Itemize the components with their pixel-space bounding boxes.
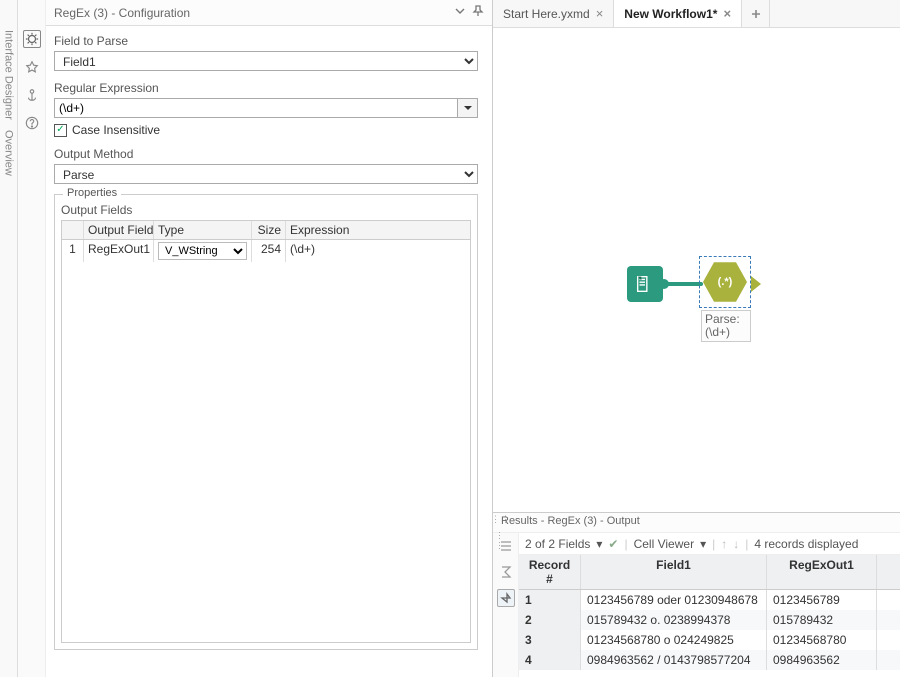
workflow-tabs: Start Here.yxmd × New Workflow1* × bbox=[493, 0, 900, 28]
regex-tool-text: (.*) bbox=[718, 276, 733, 288]
tab-new-workflow[interactable]: New Workflow1* × bbox=[614, 0, 742, 27]
grid-header-size[interactable]: Size bbox=[252, 221, 286, 239]
text-input-tool[interactable] bbox=[627, 266, 663, 302]
sigma-icon[interactable] bbox=[497, 563, 515, 581]
config-title: RegEx (3) - Configuration bbox=[54, 6, 454, 20]
pin-icon[interactable] bbox=[472, 5, 484, 20]
workflow-canvas[interactable]: (.*) Parse: (\d+) bbox=[493, 28, 900, 512]
grid-header-index[interactable] bbox=[62, 221, 84, 239]
regex-tool-selected[interactable]: (.*) bbox=[699, 256, 751, 308]
nav-icon[interactable] bbox=[23, 58, 41, 76]
results-row[interactable]: 10123456789 oder 012309486780123456789 bbox=[519, 590, 900, 610]
dropdown-icon[interactable]: ▾ bbox=[596, 537, 602, 551]
cell-record: 1 bbox=[519, 590, 581, 610]
tab-label: New Workflow1* bbox=[624, 7, 717, 21]
properties-legend: Properties bbox=[63, 187, 121, 199]
sidebar-tab-overview[interactable]: Overview bbox=[3, 130, 15, 176]
results-row[interactable]: 2015789432 o. 0238994378015789432 bbox=[519, 610, 900, 630]
col-record[interactable]: Record # bbox=[519, 555, 581, 589]
output-method-select[interactable]: Parse bbox=[54, 164, 478, 184]
results-row[interactable]: 40984963562 / 01437985772040984963562 bbox=[519, 650, 900, 670]
help-icon[interactable] bbox=[23, 114, 41, 132]
output-fields-grid: Output Field Type Size Expression 1 RegE… bbox=[61, 220, 471, 643]
output-anchor[interactable] bbox=[751, 276, 761, 292]
results-panel: ⋮⋮ Results - RegEx (3) - Output ⋯⋯ 2 of … bbox=[493, 512, 900, 677]
collapse-icon[interactable] bbox=[454, 5, 466, 20]
regex-tool[interactable]: (.*) bbox=[703, 260, 747, 304]
output-method-label: Output Method bbox=[54, 147, 478, 161]
cell-regexout1: 01234568780 bbox=[767, 630, 877, 650]
close-icon[interactable]: × bbox=[723, 7, 731, 20]
cell-field1: 0984963562 / 0143798577204 bbox=[581, 650, 767, 670]
row-type-select[interactable]: V_WString bbox=[158, 242, 247, 260]
results-row[interactable]: 301234568780 o 02424982501234568780 bbox=[519, 630, 900, 650]
row-index: 1 bbox=[62, 240, 84, 262]
drag-handle-icon[interactable]: ⋮⋮ bbox=[491, 515, 511, 524]
sidebar-tab-interface-designer[interactable]: Interface Designer bbox=[3, 30, 15, 120]
data-icon[interactable] bbox=[497, 589, 515, 607]
tab-start-here[interactable]: Start Here.yxmd × bbox=[493, 0, 614, 27]
arrow-up-icon[interactable]: ↑ bbox=[721, 537, 727, 551]
cell-record: 3 bbox=[519, 630, 581, 650]
add-tab-button[interactable] bbox=[742, 0, 770, 27]
grid-header-output-field[interactable]: Output Field bbox=[84, 221, 154, 239]
configuration-panel: RegEx (3) - Configuration Field to Parse… bbox=[18, 0, 493, 677]
left-sidebar: Interface Designer Overview bbox=[0, 0, 18, 677]
row-expression[interactable]: (\d+) bbox=[286, 240, 470, 262]
grid-header-type[interactable]: Type bbox=[154, 221, 252, 239]
case-insensitive-checkbox[interactable]: ✓ bbox=[54, 124, 67, 137]
results-toolbar: 2 of 2 Fields ▾ ✔ | Cell Viewer ▾ | ↑ ↓ … bbox=[519, 533, 900, 555]
cell-record: 2 bbox=[519, 610, 581, 630]
results-title: Results - RegEx (3) - Output bbox=[493, 513, 900, 533]
results-grid: Record # Field1 RegExOut1 10123456789 od… bbox=[519, 555, 900, 677]
col-regexout1[interactable]: RegExOut1 bbox=[767, 555, 877, 589]
cell-field1: 01234568780 o 024249825 bbox=[581, 630, 767, 650]
field-to-parse-select[interactable]: Field1 bbox=[54, 51, 478, 71]
row-type[interactable]: V_WString bbox=[154, 240, 252, 262]
regex-tool-label: Parse: (\d+) bbox=[701, 310, 751, 342]
cell-field1: 015789432 o. 0238994378 bbox=[581, 610, 767, 630]
row-output-field[interactable]: RegExOut1 bbox=[84, 240, 154, 262]
config-side-icons bbox=[18, 0, 46, 677]
regex-dropdown-button[interactable] bbox=[458, 98, 478, 118]
regex-label: Regular Expression bbox=[54, 81, 478, 95]
row-size[interactable]: 254 bbox=[252, 240, 286, 262]
field-to-parse-label: Field to Parse bbox=[54, 34, 478, 48]
results-side-icons bbox=[493, 533, 519, 677]
case-insensitive-label: Case Insensitive bbox=[72, 123, 160, 137]
cell-viewer-label[interactable]: Cell Viewer bbox=[634, 537, 694, 551]
cell-regexout1: 0123456789 bbox=[767, 590, 877, 610]
regex-input[interactable] bbox=[54, 98, 458, 118]
config-header: RegEx (3) - Configuration bbox=[46, 0, 492, 26]
output-fields-row[interactable]: 1 RegExOut1 V_WString 254 (\d+) bbox=[62, 240, 470, 262]
right-panel: Start Here.yxmd × New Workflow1* × (.*) … bbox=[493, 0, 900, 677]
check-icon[interactable]: ✔ bbox=[608, 537, 618, 551]
cell-regexout1: 0984963562 bbox=[767, 650, 877, 670]
col-field1[interactable]: Field1 bbox=[581, 555, 767, 589]
properties-fieldset: Properties Output Fields Output Field Ty… bbox=[54, 194, 478, 650]
dropdown-icon[interactable]: ▾ bbox=[700, 537, 706, 551]
cell-record: 4 bbox=[519, 650, 581, 670]
drag-handle-icon[interactable]: ⋯⋯ bbox=[495, 531, 504, 551]
fields-count[interactable]: 2 of 2 Fields bbox=[525, 537, 590, 551]
cell-regexout1: 015789432 bbox=[767, 610, 877, 630]
wrench-icon[interactable] bbox=[23, 30, 41, 48]
output-fields-label: Output Fields bbox=[61, 203, 471, 217]
cell-field1: 0123456789 oder 01230948678 bbox=[581, 590, 767, 610]
arrow-down-icon[interactable]: ↓ bbox=[733, 537, 739, 551]
close-icon[interactable]: × bbox=[596, 7, 604, 20]
records-count: 4 records displayed bbox=[754, 537, 858, 551]
anchor-icon[interactable] bbox=[23, 86, 41, 104]
connector[interactable] bbox=[663, 282, 703, 286]
grid-header-expression[interactable]: Expression bbox=[286, 221, 470, 239]
tab-label: Start Here.yxmd bbox=[503, 7, 590, 21]
